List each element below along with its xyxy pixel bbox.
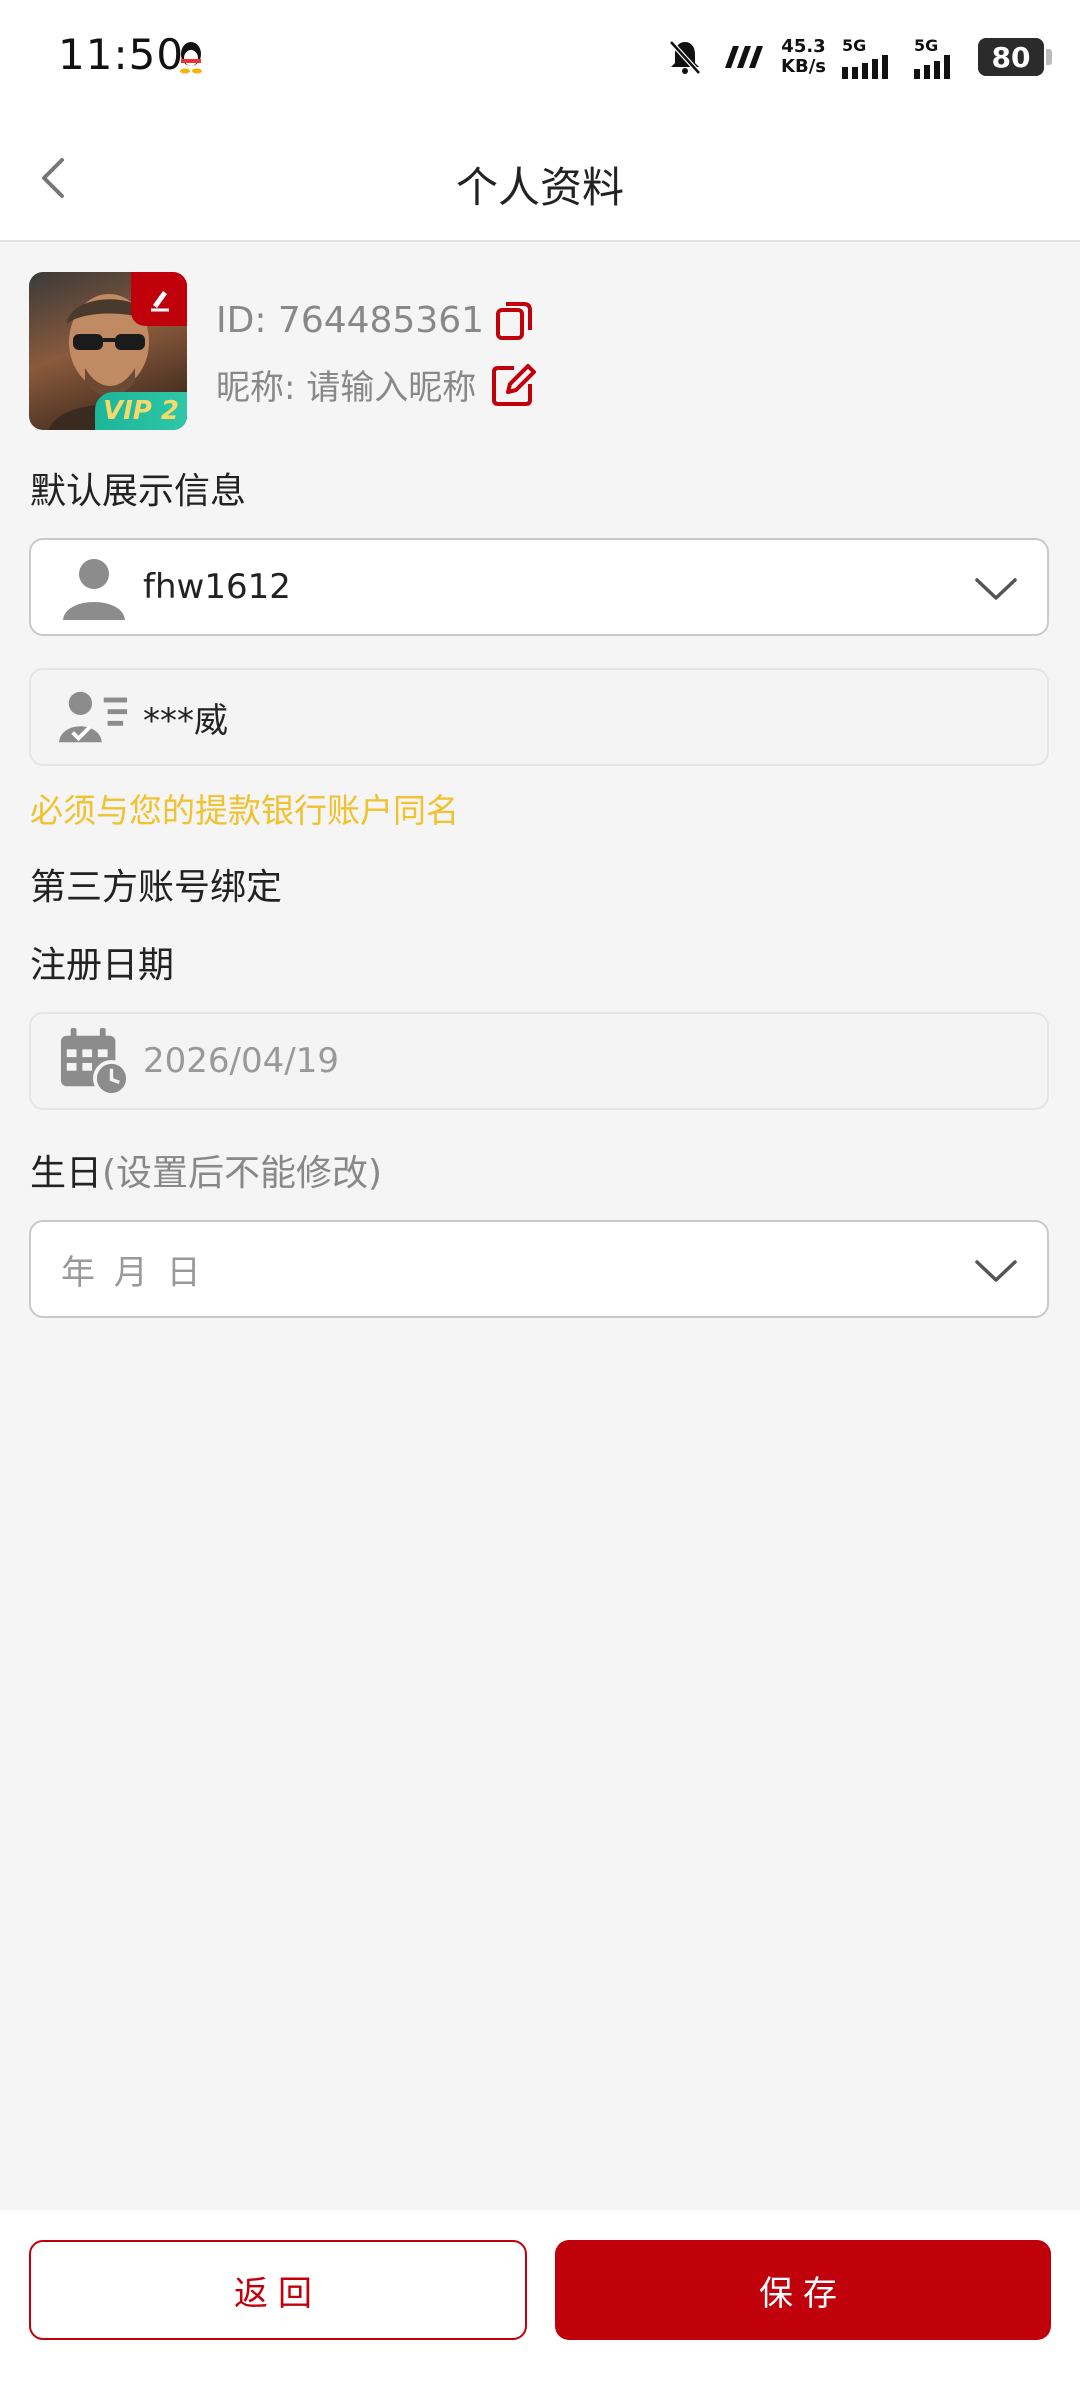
signal-icon (842, 54, 888, 79)
back-button[interactable]: 返回 (29, 2240, 527, 2340)
birthday-select[interactable]: 年 月 日 (29, 1220, 1049, 1318)
copy-icon[interactable] (494, 298, 534, 342)
user-id: ID: 764485361 (216, 299, 485, 341)
app-header: 个人资料 (0, 118, 1080, 242)
net-speed-unit: KB/s (781, 56, 826, 77)
id-card-user-icon (59, 682, 129, 752)
status-icons: 45.3 KB/s 5G 5G 80 (665, 32, 1052, 82)
edit-icon[interactable] (490, 362, 537, 408)
sim2-label: 5G (914, 35, 939, 55)
battery-indicator: 80 (978, 38, 1052, 76)
section-label-third-party: 第三方账号绑定 (30, 867, 283, 908)
birthday-placeholder: 年 月 日 (61, 1252, 205, 1293)
net-speed-value: 45.3 (781, 36, 826, 57)
username-select[interactable]: fhw1612 (29, 538, 1049, 636)
real-name-field: ***威 (29, 668, 1049, 766)
user-icon (59, 552, 129, 622)
birthday-label: 生日 (30, 1153, 103, 1194)
section-label-register-date: 注册日期 (30, 945, 175, 986)
username-value: fhw1612 (143, 567, 291, 607)
save-button[interactable]: 保存 (555, 2240, 1051, 2340)
sim1-label: 5G (842, 35, 867, 55)
nickname-text[interactable]: 昵称: 请输入昵称 (216, 360, 476, 409)
real-name-value: ***威 (143, 700, 228, 741)
register-date-value: 2026/04/19 (143, 1041, 339, 1081)
calendar-clock-icon (59, 1026, 129, 1097)
status-time: 11:50 (58, 30, 185, 79)
avatar-edit-button[interactable] (131, 272, 187, 326)
chevron-down-icon[interactable] (973, 566, 1019, 612)
qq-icon (180, 42, 202, 74)
status-bar: 11:50 45.3 KB/s 5G 5G 80 (0, 0, 1080, 118)
bell-muted-icon (669, 40, 701, 75)
signal-icon (914, 54, 950, 79)
warning-text: 必须与您的提款银行账户同名 (30, 791, 459, 830)
signal-sim2: 5G (914, 36, 962, 79)
signal-sim1: 5G (842, 36, 898, 79)
pencil-icon (151, 291, 169, 312)
register-date-field: 2026/04/19 (29, 1012, 1049, 1110)
section-label-display-info: 默认展示信息 (30, 471, 247, 512)
id-row: ID: 764485361 (216, 298, 534, 342)
net-speed: 45.3 KB/s (781, 37, 826, 77)
page-title: 个人资料 (455, 163, 624, 212)
avatar[interactable]: VIP 2 (29, 272, 187, 430)
nickname-row[interactable]: 昵称: 请输入昵称 (216, 360, 537, 409)
bottom-action-bar: 返回 保存 (0, 2210, 1080, 2400)
carrier-logo-icon (725, 46, 764, 68)
section-label-birthday: 生日(设置后不能修改) (30, 1144, 382, 1196)
vip-badge: VIP 2 (95, 392, 187, 430)
birthday-hint: (设置后不能修改) (102, 1153, 383, 1194)
chevron-down-icon[interactable] (973, 1248, 1019, 1294)
